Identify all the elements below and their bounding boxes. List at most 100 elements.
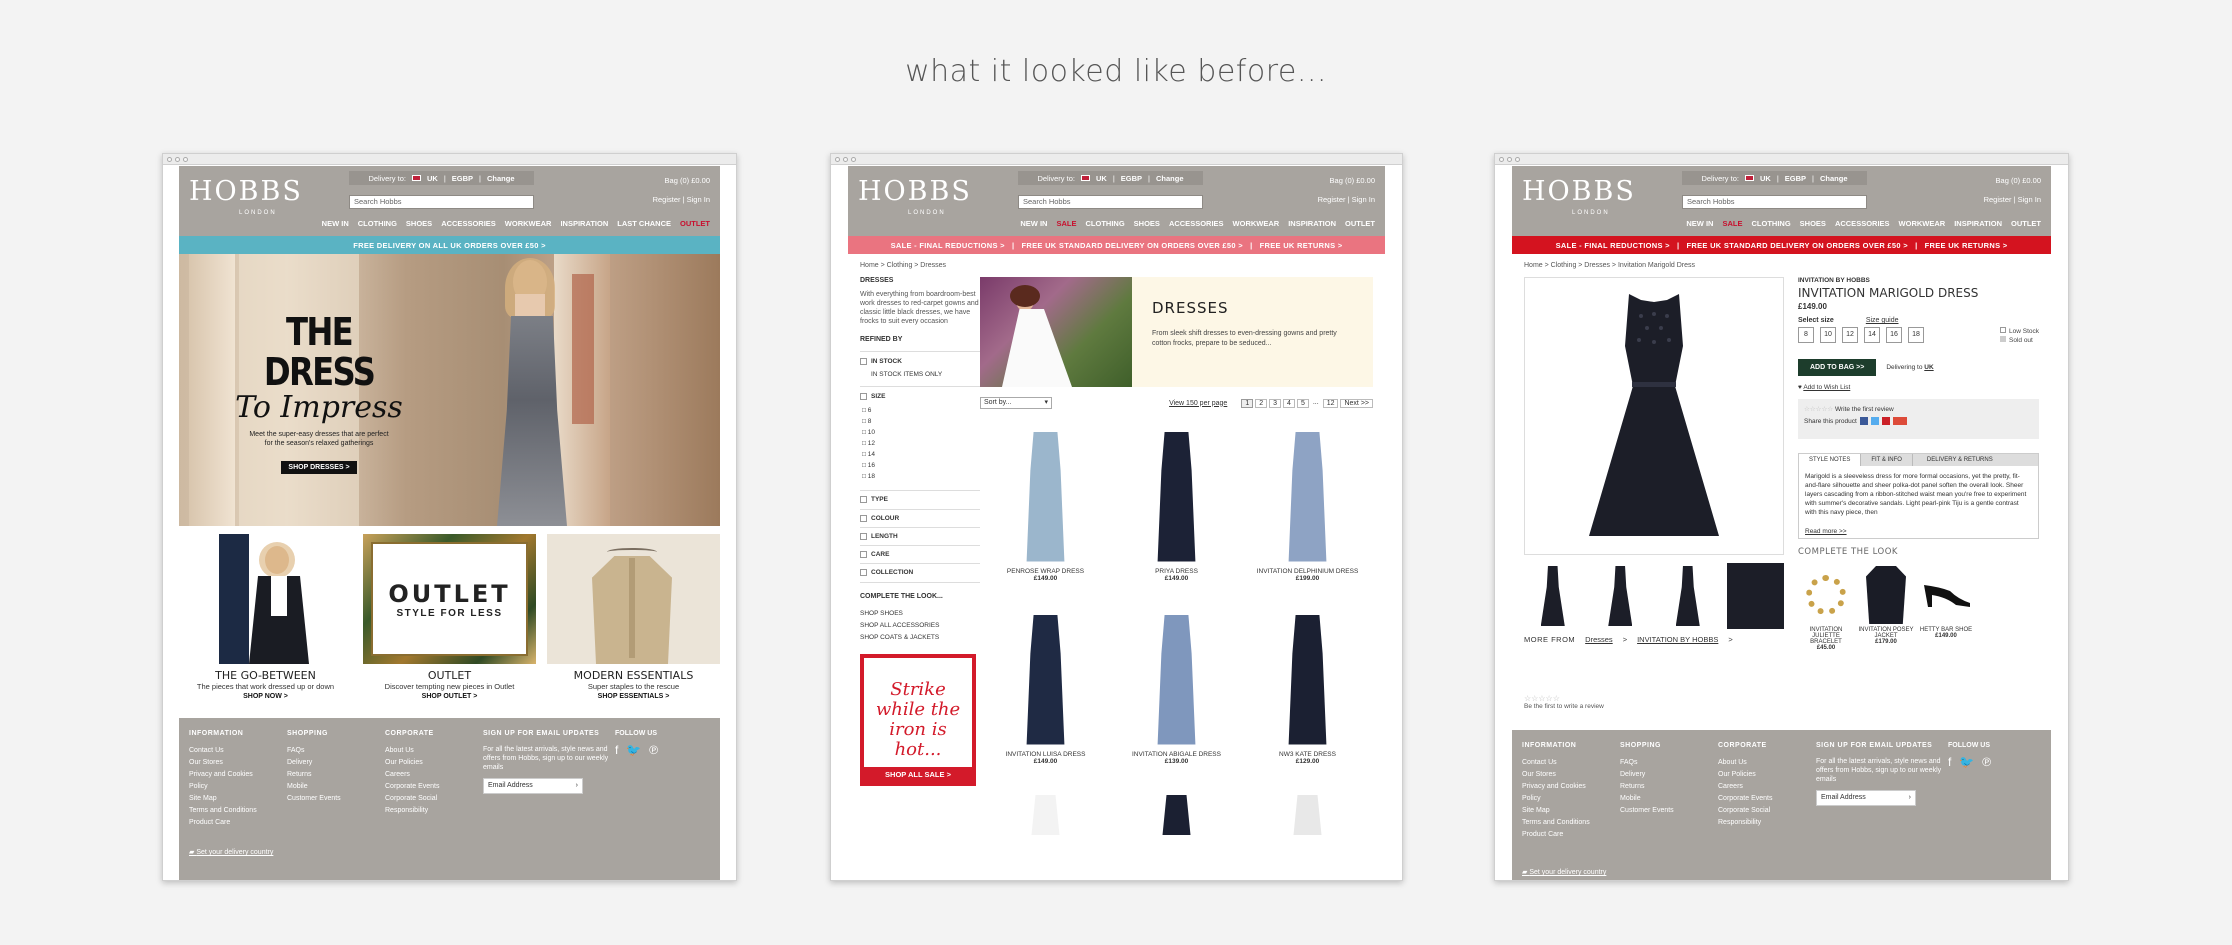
filter-in-stock-only[interactable]: IN STOCK ITEMS ONLY	[860, 371, 980, 378]
footer-link[interactable]: Product Care	[1522, 829, 1620, 841]
hero-banner[interactable]: THE DRESS To Impress Meet the super-easy…	[179, 254, 720, 526]
nav-item[interactable]: WORKWEAR	[1233, 219, 1280, 228]
site-logo[interactable]: HOBBS	[189, 178, 303, 205]
product-image[interactable]	[980, 429, 1111, 564]
currency[interactable]: EGBP	[1121, 174, 1142, 183]
footer-link[interactable]: Returns	[287, 769, 385, 781]
footer-link[interactable]: Product Care	[189, 817, 287, 829]
bag-link[interactable]: Bag (0) £0.00	[1996, 176, 2041, 185]
promo-banner[interactable]: SALE - FINAL REDUCTIONS > | FREE UK STAN…	[848, 236, 1385, 254]
nav-item-outlet[interactable]: OUTLET	[680, 219, 710, 228]
size-option[interactable]: □ 16	[860, 460, 980, 471]
size-option[interactable]: □ 10	[860, 427, 980, 438]
thumbnail[interactable]	[1524, 563, 1582, 629]
tile-outlet[interactable]: OUTLET STYLE FOR LESS OUTLET Discover te…	[363, 534, 536, 700]
sale-promo-box[interactable]: Strike while the iron is hot... SHOP ALL…	[860, 653, 976, 786]
write-review-link[interactable]: Write the first review	[1835, 406, 1894, 413]
change-link[interactable]: Change	[487, 174, 515, 183]
main-product-image[interactable]	[1524, 277, 1784, 555]
footer-link[interactable]: Corporate Events	[1718, 793, 1816, 805]
nav-item[interactable]: NEW IN	[322, 219, 349, 228]
nav-item[interactable]: CLOTHING	[1752, 219, 1791, 228]
footer-link[interactable]: Our Policies	[385, 757, 483, 769]
footer-link[interactable]: Responsibility	[1718, 817, 1816, 829]
nav-item[interactable]: NEW IN	[1686, 219, 1713, 228]
bag-link[interactable]: Bag (0) £0.00	[665, 176, 710, 185]
product-card[interactable]: PENROSE WRAP DRESS £149.00	[980, 429, 1111, 582]
product-card[interactable]	[1111, 795, 1242, 835]
size-button[interactable]: 14	[1864, 327, 1880, 343]
tab-delivery-returns[interactable]: DELIVERY & RETURNS	[1911, 454, 2007, 466]
google-plus-icon[interactable]	[1892, 417, 1907, 425]
filter-care[interactable]: CARE	[860, 545, 980, 563]
search-input[interactable]: Search Hobbs	[1018, 195, 1203, 209]
nav-item[interactable]: NEW IN	[1020, 219, 1047, 228]
tab-fit-info[interactable]: FIT & INFO	[1860, 454, 1912, 466]
change-link[interactable]: Change	[1820, 174, 1848, 183]
size-button[interactable]: 18	[1908, 327, 1924, 343]
change-link[interactable]: Change	[1156, 174, 1184, 183]
footer-link[interactable]: Customer Events	[287, 793, 385, 805]
nav-item[interactable]: WORKWEAR	[505, 219, 552, 228]
footer-link[interactable]: Delivery	[287, 757, 385, 769]
set-delivery-country-link[interactable]: ▰ Set your delivery country	[1522, 868, 1606, 876]
next-page-link[interactable]: Next >>	[1340, 398, 1373, 408]
footer-link[interactable]: Our Stores	[1522, 769, 1620, 781]
wish-list-link[interactable]: ♥ Add to Wish List	[1798, 384, 2039, 391]
delivery-country[interactable]: UK	[1760, 174, 1771, 183]
breadcrumb[interactable]: Home > Clothing > Dresses	[848, 254, 1385, 277]
footer-link[interactable]: Privacy and Cookies	[1522, 781, 1620, 793]
look-item[interactable]: INVITATION POSEY JACKET £179.00	[1858, 563, 1914, 651]
product-card[interactable]: PRIYA DRESS £149.00	[1111, 429, 1242, 582]
nav-item[interactable]: INSPIRATION	[1288, 219, 1336, 228]
size-option[interactable]: □ 12	[860, 438, 980, 449]
product-name[interactable]: INVITATION LUISA DRESS	[980, 751, 1111, 758]
footer-link[interactable]: Corporate Social	[1718, 805, 1816, 817]
nav-item[interactable]: CLOTHING	[358, 219, 397, 228]
nav-item[interactable]: SHOES	[1800, 219, 1826, 228]
email-field[interactable]: Email Address	[1816, 790, 1916, 806]
filter-in-stock[interactable]: IN STOCK	[860, 358, 980, 365]
promo-banner[interactable]: FREE DELIVERY ON ALL UK ORDERS OVER £50 …	[179, 236, 720, 254]
email-field[interactable]: Email Address	[483, 778, 583, 794]
delivery-country[interactable]: UK	[1096, 174, 1107, 183]
nav-item[interactable]: ACCESSORIES	[441, 219, 496, 228]
footer-link[interactable]: Contact Us	[1522, 757, 1620, 769]
shop-all-sale-button[interactable]: SHOP ALL SALE >	[864, 766, 972, 782]
look-item[interactable]: INVITATION JULIETTE BRACELET £45.00	[1798, 563, 1854, 651]
first-review-link[interactable]: Be the first to write a review	[1524, 703, 1784, 710]
promo-banner[interactable]: SALE - FINAL REDUCTIONS > | FREE UK STAN…	[1512, 236, 2051, 254]
footer-link[interactable]: Careers	[1718, 781, 1816, 793]
delivering-country[interactable]: UK	[1924, 364, 1933, 371]
register-link[interactable]: Register | Sign In	[1984, 195, 2041, 204]
tab-style-notes[interactable]: STYLE NOTES	[1799, 454, 1861, 466]
complete-look-link[interactable]: SHOP SHOES	[860, 608, 980, 620]
tile-cta[interactable]: SHOP ESSENTIALS >	[547, 693, 720, 700]
size-button[interactable]: 8	[1798, 327, 1814, 343]
filter-colour[interactable]: COLOUR	[860, 508, 980, 527]
footer-link[interactable]: Terms and Conditions	[1522, 817, 1620, 829]
size-button[interactable]: 10	[1820, 327, 1836, 343]
size-option[interactable]: □ 18	[860, 471, 980, 482]
size-button[interactable]: 12	[1842, 327, 1858, 343]
product-card[interactable]	[1242, 795, 1373, 835]
pinterest-icon[interactable]: ℗	[649, 743, 658, 757]
footer-link[interactable]: Returns	[1620, 781, 1718, 793]
footer-link[interactable]: Corporate Events	[385, 781, 483, 793]
footer-link[interactable]: About Us	[385, 745, 483, 757]
register-link[interactable]: Register | Sign In	[653, 195, 710, 204]
product-name[interactable]: PRIYA DRESS	[1111, 568, 1242, 575]
thumbnail[interactable]	[1592, 563, 1650, 629]
product-card[interactable]: NW3 KATE DRESS £129.00	[1242, 612, 1373, 765]
pinterest-icon[interactable]: ℗	[1982, 755, 1991, 769]
nav-item[interactable]: INSPIRATION	[1954, 219, 2002, 228]
thumbnail[interactable]	[1659, 563, 1717, 629]
set-delivery-country-link[interactable]: ▰ Set your delivery country	[189, 848, 273, 856]
more-from-link[interactable]: Dresses	[1585, 635, 1613, 644]
footer-link[interactable]: Site Map	[1522, 805, 1620, 817]
product-image[interactable]	[1242, 429, 1373, 564]
per-page-link[interactable]: View 150 per page	[1169, 400, 1227, 407]
size-button[interactable]: 16	[1886, 327, 1902, 343]
nav-item[interactable]: OUTLET	[1345, 219, 1375, 228]
size-option[interactable]: □ 6	[860, 405, 980, 416]
